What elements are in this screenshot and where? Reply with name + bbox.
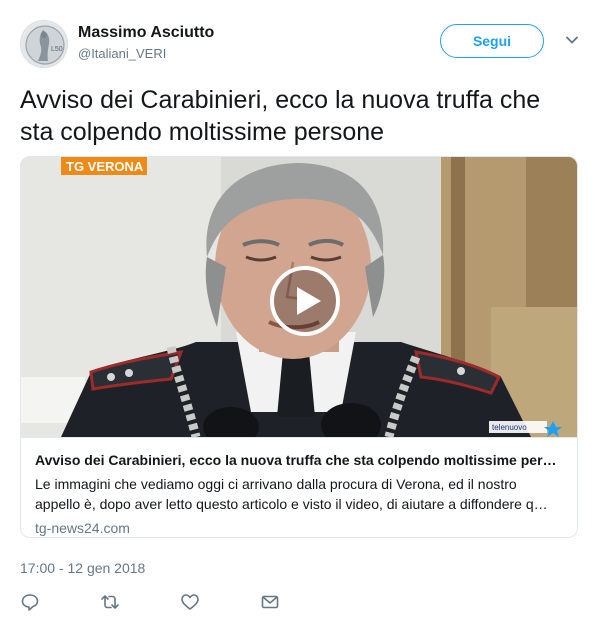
channel-watermark: telenuovo: [492, 423, 527, 432]
retweet-icon[interactable]: [100, 592, 120, 612]
coin-avatar-icon: L50: [22, 22, 67, 67]
avatar-coin-text: L50: [51, 46, 63, 53]
tweet-actions: [20, 592, 320, 614]
follow-button[interactable]: Segui: [440, 24, 544, 58]
channel-badge: TG VERONA: [66, 159, 144, 174]
play-icon[interactable]: [269, 265, 341, 337]
card-body: Avviso dei Carabinieri, ecco la nuova tr…: [21, 437, 577, 537]
card-title[interactable]: Avviso dei Carabinieri, ecco la nuova tr…: [35, 452, 563, 468]
avatar[interactable]: L50: [20, 20, 68, 68]
tweet-header: L50 Massimo Asciutto @Italiani_VERI Segu…: [20, 20, 580, 70]
like-icon[interactable]: [180, 592, 200, 612]
message-icon[interactable]: [260, 592, 280, 612]
tweet-timestamp[interactable]: 17:00 - 12 gen 2018: [20, 560, 145, 576]
author-name[interactable]: Massimo Asciutto: [78, 24, 214, 42]
reply-icon[interactable]: [20, 592, 40, 612]
chevron-down-icon[interactable]: [564, 32, 580, 48]
card-domain[interactable]: tg-news24.com: [35, 520, 563, 536]
card-description: Le immagini che vediamo oggi ci arrivano…: [35, 476, 548, 512]
tweet-text: Avviso dei Carabinieri, ecco la nuova tr…: [20, 86, 541, 146]
author-handle[interactable]: @Italiani_VERI: [78, 46, 166, 61]
link-card[interactable]: TG VERONA telenuovo Avviso dei Carabinie…: [20, 156, 578, 538]
video-thumbnail[interactable]: TG VERONA telenuovo: [21, 157, 577, 437]
